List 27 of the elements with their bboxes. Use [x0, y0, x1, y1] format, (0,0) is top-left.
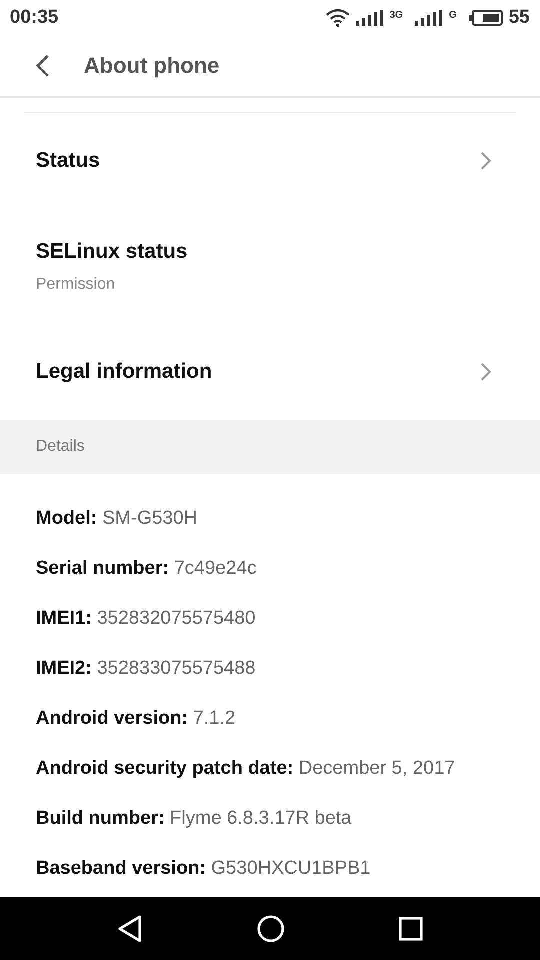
item-title: SELinux status: [36, 240, 188, 264]
battery-icon: [468, 10, 503, 26]
chevron-icon: [480, 151, 492, 171]
back-icon[interactable]: [36, 54, 50, 78]
detail-text: Baseband version: G530HXCU1BPB1: [36, 857, 372, 881]
detail-text: Android security patch date: December 5, 2017: [36, 757, 456, 781]
section-header: Details: [0, 420, 540, 474]
detail-text: Model: SM-G530H: [36, 507, 199, 531]
detail-text: Android version: 7.1.2: [36, 707, 237, 731]
chevron-icon: [480, 362, 492, 382]
network-type: G: [449, 10, 457, 21]
signal-icon: [415, 10, 444, 26]
home-icon[interactable]: [257, 914, 285, 942]
detail-text: Build number: Flyme 6.8.3.17R beta: [36, 807, 353, 831]
detail-text: Serial number: 7c49e24c: [36, 557, 258, 581]
detail-text: IMEI1: 352832075575480: [36, 607, 257, 631]
item-subtitle: Permission: [36, 276, 116, 294]
detail-text: IMEI2: 352833075575488: [36, 657, 257, 681]
status-time: 00:35: [10, 7, 59, 29]
battery-percent: 55: [508, 7, 530, 29]
recents-icon[interactable]: [399, 916, 423, 940]
settings-item[interactable]: Legal information: [0, 324, 540, 420]
signal-icon: [356, 10, 384, 26]
page-title: About phone: [84, 53, 220, 79]
settings-item[interactable]: Status: [0, 113, 540, 209]
wifi-icon: [326, 9, 350, 27]
network-type: 3G: [390, 10, 404, 21]
